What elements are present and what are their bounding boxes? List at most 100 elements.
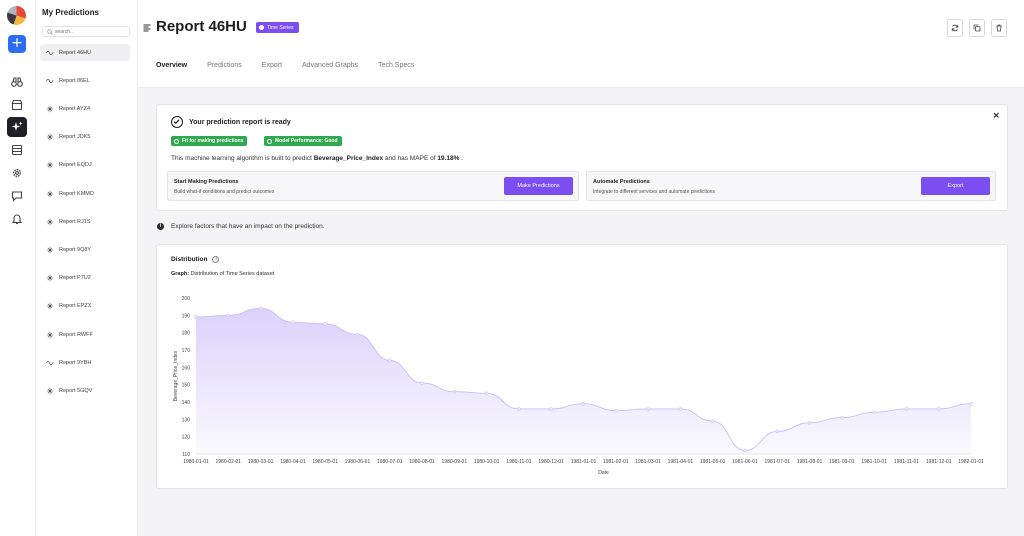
data-point bbox=[291, 320, 295, 325]
x-tick-label: 1980-09-01 bbox=[442, 459, 468, 465]
data-point bbox=[969, 401, 973, 406]
data-point bbox=[613, 408, 618, 413]
clock-icon bbox=[259, 25, 264, 30]
predictions-sidebar: My Predictions Report 46HU Report 86EL Rep… bbox=[36, 0, 138, 536]
sidebar-item-label: Report 46HU bbox=[59, 49, 92, 56]
table-icon[interactable] bbox=[7, 140, 27, 160]
sparkle-icon[interactable] bbox=[7, 117, 27, 137]
cluster-icon bbox=[46, 161, 54, 169]
sidebar-item-label: Report 9Q8Y bbox=[59, 246, 92, 253]
sidebar-item[interactable]: Report EPZX bbox=[40, 298, 130, 315]
distribution-card: Distribution ? Graph: Distribution of Ti… bbox=[156, 244, 1008, 489]
menu-lines-icon[interactable] bbox=[143, 24, 151, 32]
bell-icon[interactable] bbox=[7, 209, 27, 229]
store-icon[interactable] bbox=[7, 95, 27, 115]
sidebar-item[interactable]: Report 46HU bbox=[40, 44, 130, 61]
x-tick-label: 1980-02-01 bbox=[216, 459, 242, 465]
make-predictions-title: Start Making Predictions bbox=[174, 179, 239, 185]
y-tick-label: 150 bbox=[182, 383, 191, 389]
page-title: Report 46HU bbox=[156, 18, 247, 35]
duplicate-button[interactable] bbox=[969, 19, 985, 37]
wave-icon bbox=[46, 49, 54, 57]
x-tick-label: 1980-12-01 bbox=[538, 459, 564, 465]
data-point bbox=[549, 407, 554, 411]
data-point bbox=[775, 429, 780, 434]
sidebar-item[interactable]: Report AYZ4 bbox=[40, 100, 130, 117]
close-icon[interactable]: × bbox=[992, 111, 1000, 121]
sidebar-item-label: Report 86EL bbox=[59, 77, 90, 84]
binoculars-icon[interactable] bbox=[7, 72, 27, 92]
x-tick-label: 1980-04-01 bbox=[280, 459, 306, 465]
automate-predictions-box: Automate Predictions Integrate to differ… bbox=[586, 171, 996, 201]
x-tick-label: 1981-03-01 bbox=[635, 459, 661, 465]
search-box[interactable] bbox=[42, 26, 130, 37]
data-point bbox=[710, 419, 715, 423]
tab-export[interactable]: Export bbox=[262, 62, 282, 69]
sidebar-item[interactable]: Report 86EL bbox=[40, 72, 130, 89]
sidebar-item[interactable]: Report KMMD bbox=[40, 185, 130, 202]
refresh-button[interactable] bbox=[947, 19, 963, 37]
sidebar-item[interactable]: Report 5GQV bbox=[40, 382, 130, 399]
sidebar-item[interactable]: Report 9Q8Y bbox=[40, 241, 130, 258]
sidebar-item-label: Report AYZ4 bbox=[59, 105, 91, 112]
x-tick-label: 1981-10-01 bbox=[861, 459, 887, 465]
report-tabs: Overview Predictions Export Advanced Graphs… bbox=[156, 62, 434, 69]
data-point bbox=[839, 415, 844, 420]
desc-suffix: . bbox=[459, 155, 463, 162]
automate-predictions-subtitle: Integrate to different services and auto… bbox=[593, 189, 715, 195]
x-tick-label: 1982-01-01 bbox=[958, 459, 984, 465]
x-axis-label: Date bbox=[598, 470, 609, 476]
sidebar-item-label: Report P7U2 bbox=[59, 275, 91, 282]
delete-button[interactable] bbox=[991, 19, 1007, 37]
tab-advanced-graphs[interactable]: Advanced Graphs bbox=[302, 62, 358, 69]
y-tick-label: 200 bbox=[182, 296, 191, 302]
data-point bbox=[387, 358, 392, 363]
icon-rail: + bbox=[0, 0, 36, 536]
sidebar-item[interactable]: Report RJ1S bbox=[40, 213, 130, 230]
data-point bbox=[452, 389, 457, 394]
cluster-icon bbox=[46, 190, 54, 198]
app-logo bbox=[7, 6, 26, 25]
sidebar-item-label: Report JDK5 bbox=[59, 134, 91, 141]
sidebar-item-label: Report KMMD bbox=[59, 190, 94, 197]
check-icon bbox=[174, 138, 179, 144]
x-tick-label: 1981-06-01 bbox=[732, 459, 758, 465]
automate-predictions-title: Automate Predictions bbox=[593, 179, 650, 185]
data-point bbox=[581, 401, 586, 406]
sidebar-item[interactable]: Report 9YBH bbox=[40, 354, 130, 371]
copy-icon bbox=[973, 24, 981, 32]
data-point bbox=[323, 322, 328, 326]
x-tick-label: 1980-10-01 bbox=[474, 459, 500, 465]
make-predictions-box: Start Making Predictions Build what-if c… bbox=[167, 171, 579, 201]
x-tick-label: 1981-09-01 bbox=[829, 459, 855, 465]
search-input[interactable] bbox=[55, 27, 127, 36]
time-series-badge: Time Series bbox=[256, 22, 299, 33]
sidebar-item[interactable]: Report RWFF bbox=[40, 326, 130, 343]
data-point bbox=[484, 391, 489, 396]
performance-pill: Model Performance: Good bbox=[264, 136, 342, 146]
gear-icon[interactable] bbox=[7, 163, 27, 183]
sidebar-item[interactable]: Report JDK5 bbox=[40, 129, 130, 146]
y-tick-label: 130 bbox=[182, 417, 191, 423]
tab-overview[interactable]: Overview bbox=[156, 62, 187, 69]
y-tick-label: 160 bbox=[182, 365, 191, 371]
chat-icon[interactable] bbox=[7, 186, 27, 206]
y-tick-label: 110 bbox=[182, 452, 190, 458]
sidebar-item[interactable]: Report P7U2 bbox=[40, 270, 130, 287]
x-tick-label: 1980-07-01 bbox=[377, 459, 403, 465]
data-point bbox=[258, 306, 263, 311]
explore-note: i Explore factors that have an impact on… bbox=[157, 223, 325, 230]
make-predictions-button[interactable]: Make Predictions bbox=[504, 177, 573, 195]
tab-tech-specs[interactable]: Tech Specs bbox=[378, 62, 414, 69]
mape-value: 19.18% bbox=[437, 155, 460, 162]
new-prediction-button[interactable]: + bbox=[8, 35, 26, 53]
x-tick-label: 1980-06-01 bbox=[345, 459, 371, 465]
tab-predictions[interactable]: Predictions bbox=[207, 62, 242, 69]
sidebar-item[interactable]: Report EQDJ bbox=[40, 157, 130, 174]
data-point bbox=[646, 407, 650, 411]
export-button[interactable]: Export bbox=[921, 177, 990, 195]
report-ready-card: Your prediction report is ready × Fit fo… bbox=[156, 104, 1008, 211]
data-point bbox=[355, 332, 360, 337]
desc-mid: and has MAPE of bbox=[383, 155, 438, 162]
x-tick-label: 1981-07-01 bbox=[764, 459, 790, 465]
